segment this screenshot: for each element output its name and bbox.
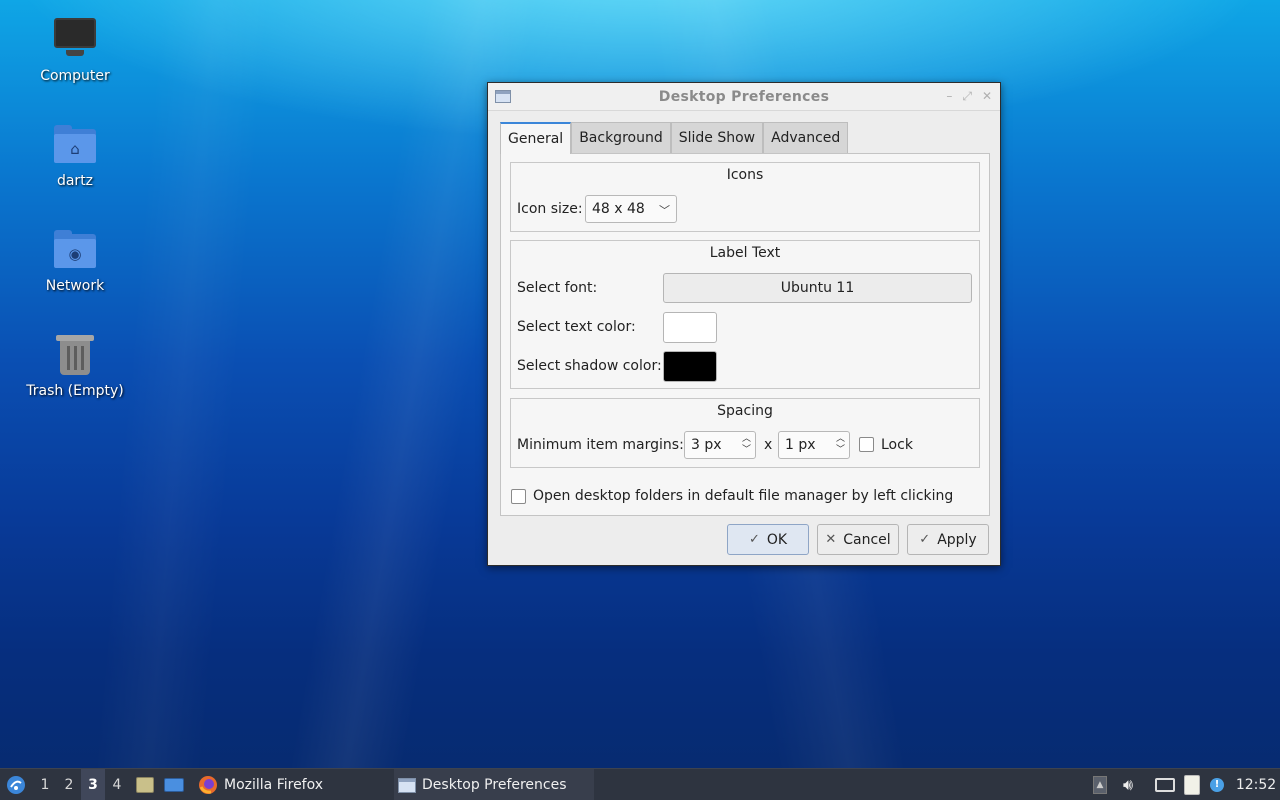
check-icon: ✓ (748, 532, 760, 547)
icon-size-select[interactable]: 48 x 48 ﹀ (585, 195, 677, 223)
shadow-color-button[interactable] (663, 351, 717, 382)
icons-frame-title: Icons (726, 167, 764, 183)
desktop-icon-label: dartz (56, 173, 94, 189)
chevron-down-icon[interactable]: ﹀ (742, 445, 751, 456)
check-icon: ✓ (919, 532, 931, 547)
task-label: Mozilla Firefox (224, 777, 324, 793)
desktop-icon-network[interactable]: ◉ Network (20, 226, 130, 294)
workspace-3[interactable]: 3 (81, 769, 105, 800)
desktop-icon-label: Network (45, 278, 105, 294)
desktop-icon-home[interactable]: ⌂ dartz (20, 121, 130, 189)
maximize-icon[interactable]: ⤢ (962, 89, 972, 104)
close-icon: ✕ (825, 532, 837, 547)
lubuntu-logo-icon (7, 776, 25, 794)
apply-button[interactable]: ✓ Apply (907, 524, 989, 555)
open-folders-label[interactable]: Open desktop folders in default file man… (533, 488, 953, 504)
general-tab-panel: Icons Icon size: 48 x 48 ﹀ Label Text Se… (500, 153, 990, 516)
label-text-frame-title: Label Text (709, 245, 781, 261)
spacing-frame-title: Spacing (717, 403, 773, 419)
margin-x-value: 3 px (691, 437, 722, 453)
close-icon[interactable]: ✕ (982, 89, 992, 104)
desktop-icon-computer[interactable]: Computer (20, 16, 130, 84)
cancel-button-label: Cancel (843, 531, 891, 548)
ok-button-label: OK (766, 531, 788, 548)
text-color-button[interactable] (663, 312, 717, 343)
tab-background[interactable]: Background (571, 122, 671, 153)
cancel-button[interactable]: ✕ Cancel (817, 524, 899, 555)
desktop-preferences-dialog: Desktop Preferences – ⤢ ✕ General Backgr… (487, 82, 1001, 566)
minimum-margins-label: Minimum item margins: (517, 437, 684, 453)
computer-icon (51, 16, 99, 64)
network-tray-button[interactable] (1154, 769, 1176, 800)
window-icon (398, 777, 416, 793)
icon-size-value: 48 x 48 (592, 201, 645, 217)
dialog-title: Desktop Preferences (658, 88, 830, 105)
chevron-up-icon[interactable]: ︿ (742, 434, 751, 445)
minimize-icon[interactable]: – (946, 89, 952, 104)
desktop-icon (164, 778, 184, 792)
select-text-color-label: Select text color: (517, 319, 636, 335)
taskbar: 1 2 3 4 Mozilla Firefox Desktop Preferen… (0, 768, 1280, 800)
file-manager-icon (136, 777, 154, 793)
update-notifier-button[interactable]: ! (1206, 769, 1228, 800)
volume-button[interactable]: 🔊︎ (1118, 769, 1138, 800)
label-text-frame: Label Text Select font: Ubuntu 11 Select… (510, 240, 980, 389)
home-folder-icon: ⌂ (51, 121, 99, 169)
clipboard-icon (1184, 775, 1200, 795)
window-icon (495, 90, 511, 103)
task-label: Desktop Preferences (422, 777, 567, 793)
lock-checkbox[interactable] (859, 437, 874, 452)
tab-bar: General Background Slide Show Advanced (500, 122, 849, 154)
network-folder-icon: ◉ (51, 226, 99, 274)
clock[interactable]: 12:52 (1234, 769, 1278, 800)
margin-y-value: 1 px (785, 437, 816, 453)
workspace-1[interactable]: 1 (33, 769, 57, 800)
network-icon (1155, 778, 1175, 792)
task-firefox[interactable]: Mozilla Firefox (194, 769, 390, 800)
desktop-icon-label: Computer (40, 68, 110, 84)
volume-icon: 🔊︎ (1122, 775, 1134, 794)
select-font-label: Select font: (517, 280, 598, 296)
margin-separator: x (764, 437, 773, 453)
tab-slide-show[interactable]: Slide Show (670, 122, 764, 153)
chevron-up-icon[interactable]: ︿ (836, 434, 845, 445)
margin-y-spinner[interactable]: 1 px ︿ ﹀ (778, 431, 850, 459)
workspace-2[interactable]: 2 (57, 769, 81, 800)
arrow-up-icon: ▲ (1093, 776, 1107, 794)
select-shadow-color-label: Select shadow color: (517, 358, 662, 374)
file-manager-launcher[interactable] (134, 769, 156, 800)
start-menu-button[interactable] (4, 769, 28, 800)
icons-frame: Icons Icon size: 48 x 48 ﹀ (510, 162, 980, 232)
apply-button-label: Apply (937, 531, 977, 548)
open-folders-checkbox[interactable] (511, 489, 526, 504)
trash-icon (51, 331, 99, 379)
tray-scroll-button[interactable]: ▲ (1092, 769, 1108, 800)
workspace-4[interactable]: 4 (105, 769, 129, 800)
task-desktop-preferences[interactable]: Desktop Preferences (394, 769, 594, 800)
chevron-down-icon: ﹀ (659, 204, 670, 217)
desktop-icon-label: Trash (Empty) (26, 383, 124, 399)
margin-x-spinner[interactable]: 3 px ︿ ﹀ (684, 431, 756, 459)
dialog-titlebar[interactable]: Desktop Preferences – ⤢ ✕ (488, 83, 1000, 111)
update-notification-icon: ! (1210, 778, 1224, 792)
clipboard-tray-button[interactable] (1182, 769, 1202, 800)
tab-general[interactable]: General (500, 122, 572, 154)
desktop-icon-trash[interactable]: Trash (Empty) (20, 331, 130, 399)
font-chooser-button[interactable]: Ubuntu 11 (663, 273, 972, 303)
ok-button[interactable]: ✓ OK (727, 524, 809, 555)
tab-advanced[interactable]: Advanced (763, 122, 849, 153)
show-desktop-button[interactable] (162, 769, 186, 800)
spacing-frame: Spacing Minimum item margins: 3 px ︿ ﹀ x … (510, 398, 980, 468)
firefox-icon (199, 776, 217, 794)
chevron-down-icon[interactable]: ﹀ (836, 445, 845, 456)
lock-label[interactable]: Lock (881, 437, 913, 453)
icon-size-label: Icon size: (517, 201, 583, 217)
